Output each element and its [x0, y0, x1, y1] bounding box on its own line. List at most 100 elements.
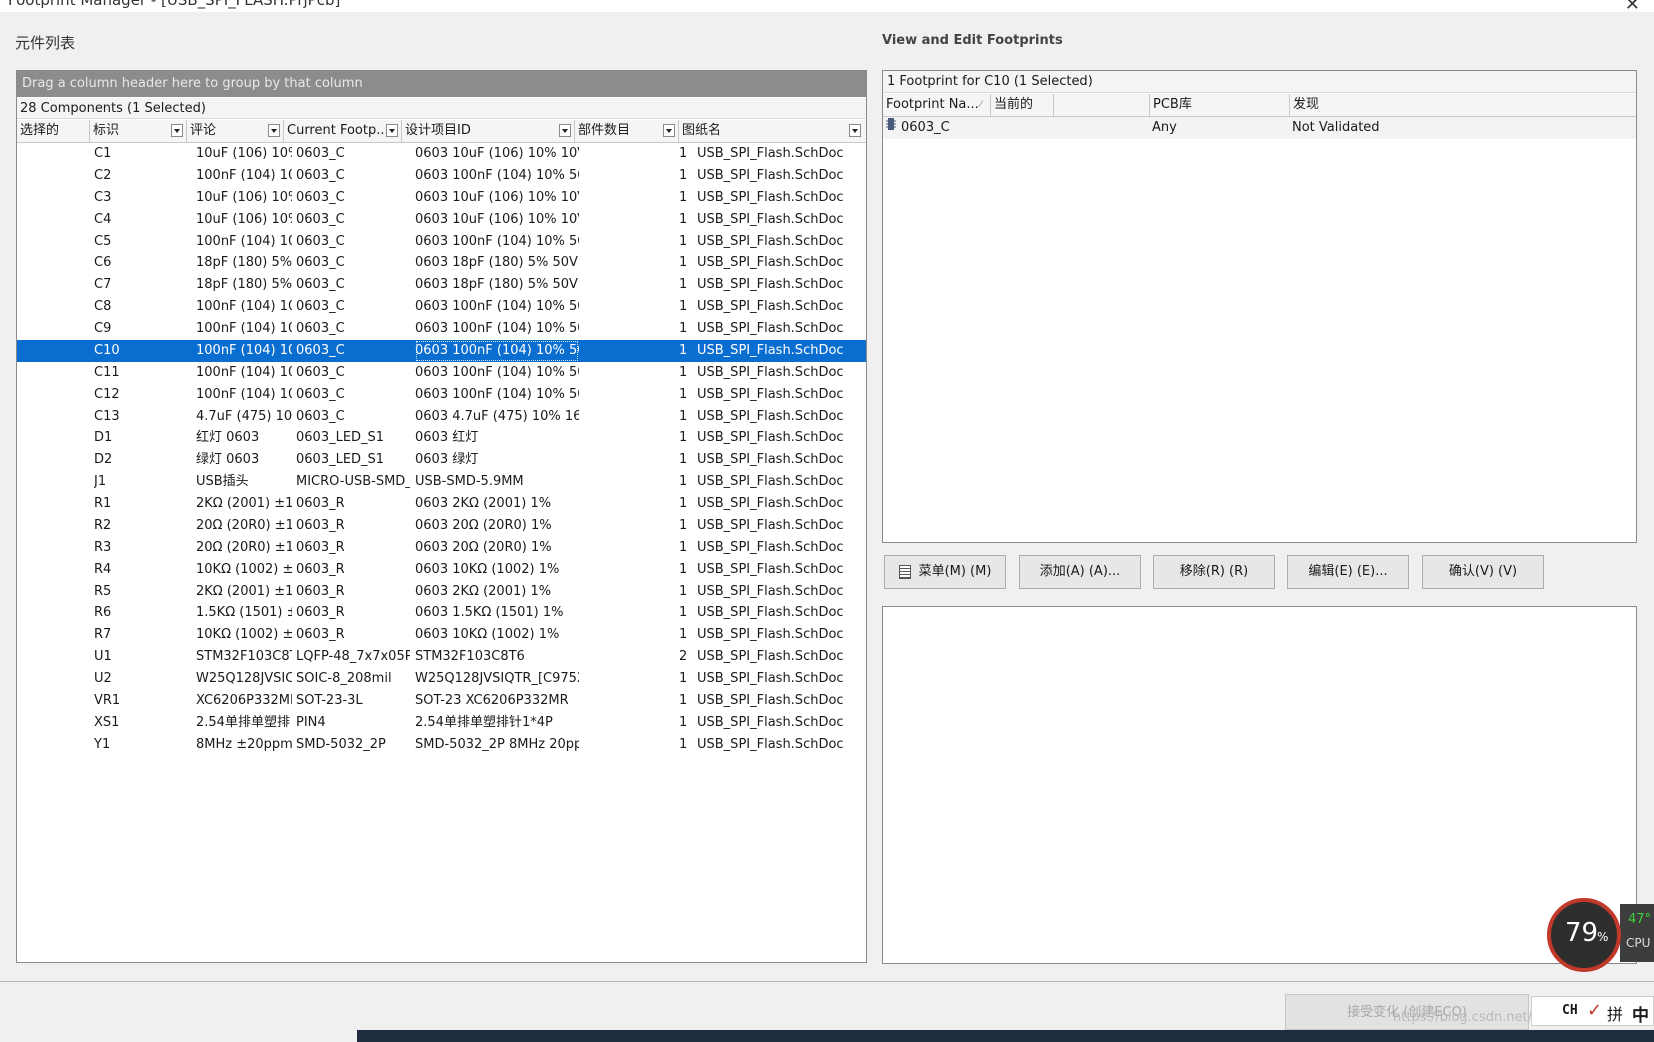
- table-row[interactable]: XS1 2.54单排单塑排 PIN4 2.54单排单塑排针1*4P 1 USB_SPI_F…: [17, 712, 866, 734]
- cell-designator: D1: [94, 430, 113, 446]
- table-row[interactable]: J1 USB插头 MICRO-USB-SMD_ USB-SMD-5.9MM 1 USB_S…: [17, 471, 866, 493]
- col-header-selected[interactable]: 选择的: [17, 120, 90, 142]
- cpu-gauge[interactable]: 79%: [1547, 898, 1621, 972]
- col-header-comment[interactable]: 评论: [187, 120, 284, 142]
- cell-design-id: 0603 100nF (104) 10% 50V: [415, 364, 579, 380]
- cell-design-id: STM32F103C8T6: [415, 649, 525, 665]
- cell-designator: R1: [94, 496, 112, 512]
- cell-part-count: 1: [679, 714, 688, 730]
- cell-footprint: 0603_LED_S1: [296, 452, 385, 468]
- footprint-chip-icon: [886, 117, 898, 139]
- table-row[interactable]: C10 100nF (104) 10' 0603_C 0603 100nF (104)…: [17, 339, 866, 362]
- cell-comment: 18pF (180) 5% !: [196, 277, 292, 293]
- cell-design-id: 0603 10uF (106) 10% 10V: [415, 189, 579, 205]
- table-row[interactable]: C1 10uF (106) 10% 0603_C 0603 10uF (106) 10…: [17, 143, 866, 165]
- cell-designator: U1: [94, 649, 112, 665]
- table-row[interactable]: R3 20Ω (20R0) ±1%0603_R 0603 20Ω (20R0) 1%…: [17, 537, 866, 559]
- table-row[interactable]: C4 10uF (106) 10% 0603_C 0603 10uF (106) 10…: [17, 209, 866, 231]
- table-row[interactable]: R2 20Ω (20R0) ±1%0603_R 0603 20Ω (20R0) 1%…: [17, 515, 866, 537]
- cell-comment: 2KΩ (2001) ±1%: [196, 496, 292, 512]
- table-row[interactable]: C11 100nF (104) 10' 0603_C 0603 100nF (104)…: [17, 362, 866, 384]
- col-header-footprint-name[interactable]: Footprint Na... ⁄: [883, 94, 991, 116]
- validate-button[interactable]: 确认(V) (V): [1422, 555, 1544, 589]
- table-row[interactable]: U1 STM32F103C8T LQFP-48_7x7x05P STM32F103C8…: [17, 646, 866, 668]
- table-row[interactable]: C7 18pF (180) 5% ! 0603_C 0603 18pF (180) 5…: [17, 274, 866, 296]
- cell-comment: 20Ω (20R0) ±1%: [196, 517, 292, 533]
- table-row[interactable]: C9 100nF (104) 10' 0603_C 0603 100nF (104) …: [17, 318, 866, 340]
- cell-comment: 2KΩ (2001) ±1%: [196, 583, 292, 599]
- cell-designator: C3: [94, 189, 112, 205]
- cell-comment: 10uF (106) 10%: [196, 211, 292, 227]
- filter-dropdown-icon[interactable]: [849, 124, 861, 137]
- table-row[interactable]: R7 10KΩ (1002) ±1 0603_R 0603 10KΩ (1002) 1…: [17, 624, 866, 646]
- cell-part-count: 1: [679, 474, 688, 490]
- cell-comment: 100nF (104) 10': [196, 364, 292, 380]
- col-header-current[interactable]: 当前的: [991, 94, 1054, 116]
- filter-dropdown-icon[interactable]: [386, 124, 398, 137]
- col-header-designator[interactable]: 标识: [90, 120, 187, 142]
- footprint-row[interactable]: 0603_C Any Not Validated: [883, 117, 1636, 139]
- table-row[interactable]: C3 10uF (106) 10% 0603_C 0603 10uF (106) 10…: [17, 187, 866, 209]
- filter-dropdown-icon[interactable]: [663, 124, 675, 137]
- table-row[interactable]: C12 100nF (104) 10' 0603_C 0603 100nF (104)…: [17, 384, 866, 406]
- table-row[interactable]: R6 1.5KΩ (1501) ±0603_R 0603 1.5KΩ (1501) …: [17, 602, 866, 624]
- cell-comment: STM32F103C8T: [196, 649, 292, 665]
- cell-designator: C11: [94, 364, 120, 380]
- cell-footprint: 0603_C: [296, 408, 345, 424]
- cell-designator: C2: [94, 167, 112, 183]
- col-header-part-count[interactable]: 部件数目: [575, 120, 679, 142]
- filter-dropdown-icon[interactable]: [171, 124, 183, 137]
- col-header-design-item-id[interactable]: 设计项目ID: [402, 120, 575, 142]
- component-grid: Drag a column header here to group by th…: [16, 70, 867, 963]
- col-header-parts-label: 部件数目: [578, 123, 631, 138]
- cell-sheet: USB_SPI_Flash.SchDoc: [697, 277, 844, 293]
- table-row[interactable]: VR1 XC6206P332MI SOT-23-3L SOT-23 XC6206P33…: [17, 690, 866, 712]
- ime-zh[interactable]: 中: [1632, 1001, 1649, 1026]
- table-row[interactable]: D2 绿灯 0603 0603_LED_S1 0603 绿灯 1 USB_SPI_Flas…: [17, 449, 866, 471]
- cell-part-count: 1: [679, 146, 688, 161]
- group-by-bar[interactable]: Drag a column header here to group by th…: [17, 71, 866, 97]
- cell-design-id: 0603 10uF (106) 10% 10V: [415, 146, 579, 161]
- cell-design-id: 0603 100nF (104) 10% 50V: [415, 386, 579, 402]
- close-icon[interactable]: ✕: [1625, 0, 1640, 12]
- remove-button[interactable]: 移除(R) (R): [1153, 555, 1275, 589]
- col-header-pcb-lib[interactable]: PCB库: [1150, 94, 1290, 116]
- col-header-sheet[interactable]: 图纸名: [679, 120, 866, 142]
- table-row[interactable]: U2 W25Q128JVSIC SOIC-8_208mil W25Q128JVSIQT…: [17, 668, 866, 690]
- cell-design-id: 0603 10uF (106) 10% 10V: [415, 211, 579, 227]
- edit-button[interactable]: 编辑(E) (E)...: [1287, 555, 1409, 589]
- ime-lang[interactable]: CH: [1562, 1003, 1578, 1018]
- ime-pinyin[interactable]: 拼: [1607, 1001, 1623, 1025]
- cell-design-id: USB-SMD-5.9MM: [415, 474, 524, 490]
- cell-sheet: USB_SPI_Flash.SchDoc: [697, 605, 844, 621]
- table-row[interactable]: C13 4.7uF (475) 10%0603_C 0603 4.7uF (475)…: [17, 406, 866, 428]
- cell-design-id: 0603 100nF (104) 10% 50V: [415, 340, 579, 362]
- table-row[interactable]: R5 2KΩ (2001) ±1%0603_R 0603 2KΩ (2001) 1%…: [17, 581, 866, 603]
- table-row[interactable]: R4 10KΩ (1002) ±1 0603_R 0603 10KΩ (1002) 1…: [17, 559, 866, 581]
- cell-comment: 10KΩ (1002) ±1: [196, 561, 292, 577]
- table-row[interactable]: D1 红灯 0603 0603_LED_S1 0603 红灯 1 USB_SPI_Flas…: [17, 427, 866, 449]
- cell-part-count: 1: [679, 386, 688, 402]
- table-row[interactable]: Y1 8MHz ±20ppm SMD-5032_2P SMD-5032_2P 8MHz…: [17, 734, 866, 756]
- ime-mode-icon[interactable]: ✓: [1587, 1000, 1602, 1021]
- table-row[interactable]: C8 100nF (104) 10' 0603_C 0603 100nF (104) …: [17, 296, 866, 318]
- filter-dropdown-icon[interactable]: [559, 124, 571, 137]
- sort-icon: ⁄: [980, 100, 982, 110]
- table-row[interactable]: R1 2KΩ (2001) ±1%0603_R 0603 2KΩ (2001) 1%…: [17, 493, 866, 515]
- col-header-found[interactable]: 发现: [1290, 94, 1636, 116]
- table-row[interactable]: C5 100nF (104) 10' 0603_C 0603 100nF (104) …: [17, 231, 866, 253]
- footprint-button-bar: 菜单(M) (M) 添加(A) (A)... 移除(R) (R) 编辑(E) (…: [882, 555, 1642, 591]
- cell-part-count: 1: [679, 342, 688, 358]
- ime-toolbar[interactable]: CH ✓ 拼 中: [1531, 996, 1654, 1026]
- cell-design-id: 0603 100nF (104) 10% 50V: [415, 167, 579, 183]
- table-row[interactable]: C2 100nF (104) 10' 0603_C 0603 100nF (104) …: [17, 165, 866, 187]
- menu-button[interactable]: 菜单(M) (M): [884, 555, 1006, 589]
- cell-design-id: 0603 2KΩ (2001) 1%: [415, 583, 552, 599]
- cell-part-count: 1: [679, 189, 688, 205]
- filter-dropdown-icon[interactable]: [268, 124, 280, 137]
- window-title: Footprint Manager - [USB_SPI_FLASH.PrjPc…: [8, 0, 341, 9]
- cell-footprint: 0603_C: [296, 342, 345, 358]
- add-button[interactable]: 添加(A) (A)...: [1019, 555, 1141, 589]
- col-header-current-footprint[interactable]: Current Footp...: [284, 120, 402, 142]
- table-row[interactable]: C6 18pF (180) 5% ! 0603_C 0603 18pF (180) 5…: [17, 252, 866, 274]
